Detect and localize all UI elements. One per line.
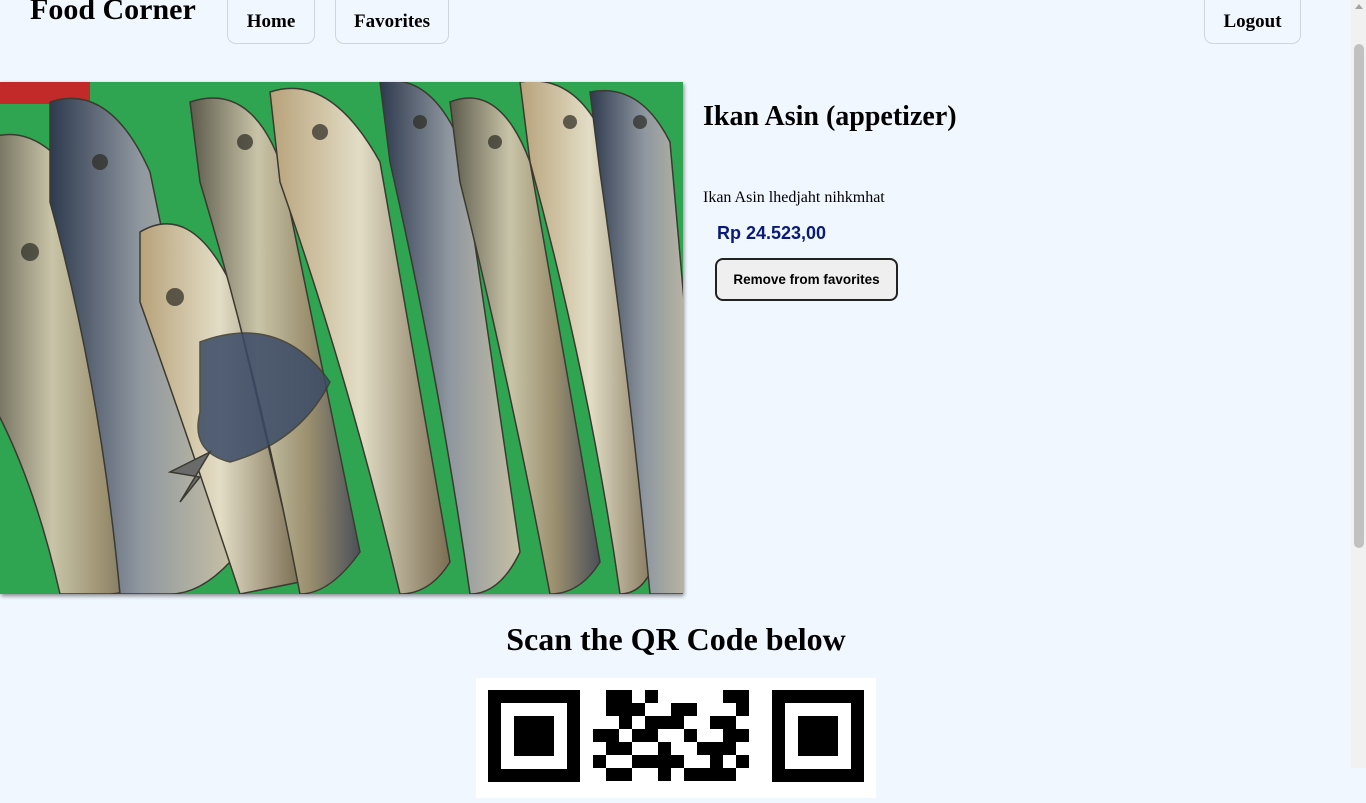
nav-favorites-button[interactable]: Favorites bbox=[335, 0, 449, 44]
product-title: Ikan Asin (appetizer) bbox=[703, 101, 957, 132]
remove-from-favorites-button[interactable]: Remove from favorites bbox=[715, 258, 898, 301]
page-scrollbar[interactable] bbox=[1351, 0, 1366, 768]
scroll-up-arrow-icon[interactable] bbox=[1355, 4, 1363, 9]
product-image bbox=[0, 82, 683, 594]
dried-fish-photo-icon bbox=[0, 82, 683, 594]
nav-home-button[interactable]: Home bbox=[227, 0, 315, 44]
logout-button[interactable]: Logout bbox=[1204, 0, 1301, 44]
brand-logo: Food Corner bbox=[30, 0, 196, 26]
product-description: Ikan Asin lhedjaht nihkmhat bbox=[703, 189, 885, 206]
qr-code-icon bbox=[476, 678, 876, 798]
scrollbar-thumb[interactable] bbox=[1354, 44, 1364, 548]
product-price: Rp 24.523,00 bbox=[717, 223, 827, 243]
qr-heading: Scan the QR Code below bbox=[506, 621, 846, 657]
qr-code bbox=[476, 678, 876, 798]
